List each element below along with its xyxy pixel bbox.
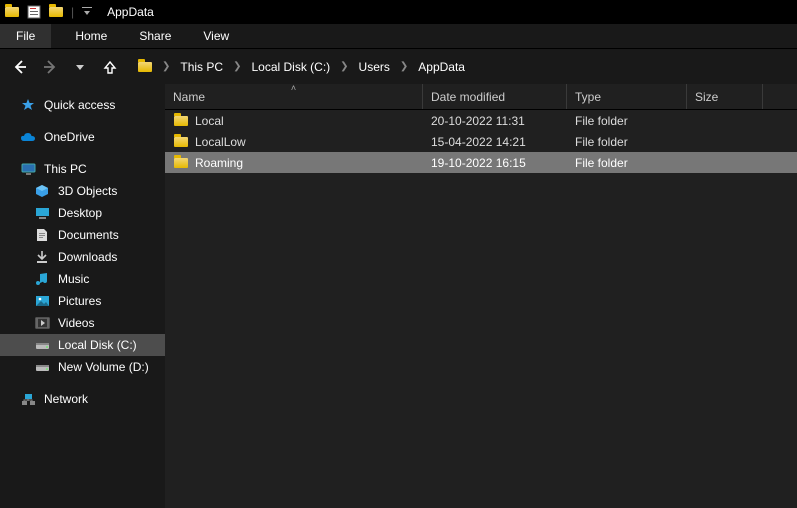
cube-icon [34,183,50,199]
download-icon [34,249,50,265]
breadcrumb-root-icon[interactable] [134,56,156,78]
ribbon-tabs: File Home Share View [0,24,797,48]
file-row[interactable]: Roaming 19-10-2022 16:15File folder [165,152,797,173]
sidebar-label: Quick access [44,98,115,112]
column-name[interactable]: Name ˄ [165,84,423,109]
sidebar-label: 3D Objects [58,184,117,198]
file-row[interactable]: LocalLow 15-04-2022 14:21File folder [165,131,797,152]
sidebar-label: Local Disk (C:) [58,338,137,352]
file-name: Roaming [195,156,243,170]
chevron-right-icon[interactable]: ❯ [336,61,352,72]
tab-share[interactable]: Share [123,24,187,48]
tab-home[interactable]: Home [59,24,123,48]
back-button[interactable] [8,55,32,79]
sidebar-label: New Volume (D:) [58,360,149,374]
sidebar-item-music[interactable]: Music [0,268,165,290]
column-headers: Name ˄ Date modified Type Size [165,84,797,110]
sidebar-item-downloads[interactable]: Downloads [0,246,165,268]
window-title: AppData [107,5,154,19]
file-name: LocalLow [195,135,246,149]
cloud-icon [20,129,36,145]
sidebar-item-local-disk-c[interactable]: Local Disk (C:) [0,334,165,356]
sidebar-label: Videos [58,316,94,330]
file-date: 20-10-2022 11:31 [423,114,567,128]
tab-file[interactable]: File [0,24,51,48]
file-name: Local [195,114,224,128]
sidebar-label: Downloads [58,250,117,264]
sidebar-item-documents[interactable]: Documents [0,224,165,246]
up-button[interactable] [98,55,122,79]
sidebar-item-videos[interactable]: Videos [0,312,165,334]
file-type: File folder [567,135,687,149]
column-date[interactable]: Date modified [423,84,567,109]
file-row[interactable]: Local 20-10-2022 11:31File folder [165,110,797,131]
breadcrumb[interactable]: ❯ This PC ❯ Local Disk (C:) ❯ Users ❯ Ap… [134,55,789,79]
desktop-icon [34,205,50,221]
tab-view[interactable]: View [187,24,245,48]
navigation-pane: Quick access OneDrive This PC 3D Objects… [0,84,165,508]
title-bar: | AppData [0,0,797,24]
sort-indicator-icon: ˄ [291,83,296,93]
disk-icon [34,359,50,375]
music-icon [34,271,50,287]
sidebar-item-new-volume-d[interactable]: New Volume (D:) [0,356,165,378]
sidebar-network[interactable]: Network [0,388,165,410]
sidebar-label: Pictures [58,294,101,308]
breadcrumb-item[interactable]: Users [355,56,394,78]
document-icon [34,227,50,243]
file-type: File folder [567,114,687,128]
sidebar-onedrive[interactable]: OneDrive [0,126,165,148]
sidebar-label: Desktop [58,206,102,220]
file-type: File folder [567,156,687,170]
separator: | [71,5,74,19]
sidebar-label: Network [44,392,88,406]
qat-newfolder-icon[interactable] [46,2,66,22]
file-date: 15-04-2022 14:21 [423,135,567,149]
sidebar-label: Music [58,272,89,286]
forward-button[interactable] [38,55,62,79]
monitor-icon [20,161,36,177]
network-icon [20,391,36,407]
qat-properties-icon[interactable] [24,2,44,22]
folder-icon [173,155,189,171]
breadcrumb-item[interactable]: AppData [414,56,469,78]
sidebar-item-3d-objects[interactable]: 3D Objects [0,180,165,202]
sidebar-item-pictures[interactable]: Pictures [0,290,165,312]
sidebar-label: Documents [58,228,119,242]
file-date: 19-10-2022 16:15 [423,156,567,170]
folder-icon [173,113,189,129]
column-size[interactable]: Size [687,84,763,109]
navigation-bar: ❯ This PC ❯ Local Disk (C:) ❯ Users ❯ Ap… [0,48,797,84]
picture-icon [34,293,50,309]
column-type[interactable]: Type [567,84,687,109]
video-icon [34,315,50,331]
star-icon [20,97,36,113]
folder-icon [173,134,189,150]
recent-dropdown-icon[interactable] [68,55,92,79]
breadcrumb-item[interactable]: Local Disk (C:) [247,56,334,78]
chevron-right-icon[interactable]: ❯ [158,61,174,72]
sidebar-label: This PC [44,162,87,176]
qat-dropdown-icon[interactable] [77,2,97,22]
sidebar-quick-access[interactable]: Quick access [0,94,165,116]
sidebar-item-desktop[interactable]: Desktop [0,202,165,224]
file-list: Name ˄ Date modified Type Size Local 20-1… [165,84,797,508]
disk-icon [34,337,50,353]
breadcrumb-item[interactable]: This PC [176,56,227,78]
chevron-right-icon[interactable]: ❯ [229,61,245,72]
app-icon [2,2,22,22]
sidebar-label: OneDrive [44,130,95,144]
chevron-right-icon[interactable]: ❯ [396,61,412,72]
sidebar-this-pc[interactable]: This PC [0,158,165,180]
